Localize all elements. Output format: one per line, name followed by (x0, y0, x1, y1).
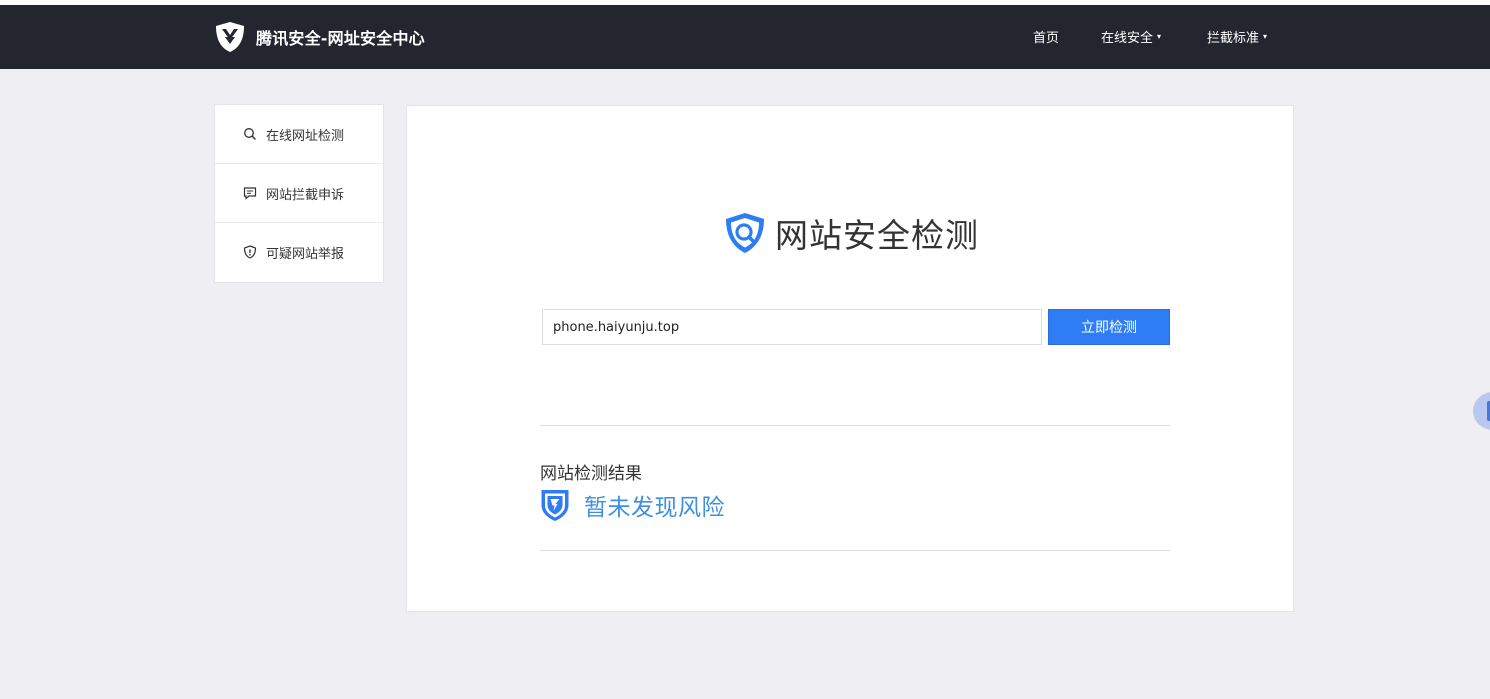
nav-home-label: 首页 (1033, 31, 1060, 46)
sidebar-item-label: 可疑网站举报 (266, 246, 345, 262)
chevron-down-icon: ▾ (1157, 32, 1162, 41)
nav-online-security[interactable]: 在线安全 ▾ (1101, 27, 1161, 46)
alert-shield-icon (243, 245, 257, 259)
top-navbar: 腾讯安全-网址安全中心 首页 在线安全 ▾ 拦截标准 ▾ (0, 5, 1490, 69)
page-title: 网站安全检测 (775, 216, 979, 255)
sidebar-item-url-check[interactable]: 在线网址检测 (215, 105, 383, 164)
floating-widget-button[interactable] (1473, 392, 1490, 430)
sidebar-item-report[interactable]: 可疑网站举报 (215, 223, 383, 281)
nav-online-security-label: 在线安全 (1101, 31, 1154, 46)
result-label: 网站检测结果 (540, 464, 642, 484)
sidebar: 在线网址检测 网站拦截申诉 可疑网站举报 (214, 104, 384, 283)
result-status-text: 暂未发现风险 (584, 495, 725, 521)
chevron-down-icon: ▾ (1263, 32, 1268, 41)
divider (540, 425, 1170, 426)
shield-logo-icon (216, 22, 244, 52)
nav-block-standard[interactable]: 拦截标准 ▾ (1207, 27, 1267, 46)
safe-shield-icon (541, 490, 569, 521)
sidebar-item-appeal[interactable]: 网站拦截申诉 (215, 164, 383, 223)
brand-title: 腾讯安全-网址安全中心 (256, 29, 425, 48)
nav-block-standard-label: 拦截标准 (1207, 31, 1260, 46)
sidebar-item-label: 网站拦截申诉 (266, 187, 345, 203)
main-panel: 网站安全检测 立即检测 网站检测结果 暂未发现风险 (406, 105, 1294, 612)
result-status: 暂未发现风险 (540, 488, 725, 522)
url-input[interactable] (542, 309, 1042, 345)
chat-icon (243, 187, 257, 200)
shield-search-icon (726, 213, 764, 253)
divider (540, 550, 1170, 551)
check-now-button[interactable]: 立即检测 (1048, 309, 1170, 345)
page-title-block: 网站安全检测 (722, 209, 979, 257)
brand[interactable]: 腾讯安全-网址安全中心 (213, 19, 425, 55)
search-icon (244, 128, 256, 140)
sidebar-item-label: 在线网址检测 (266, 128, 345, 144)
nav-home[interactable]: 首页 (1033, 27, 1059, 46)
